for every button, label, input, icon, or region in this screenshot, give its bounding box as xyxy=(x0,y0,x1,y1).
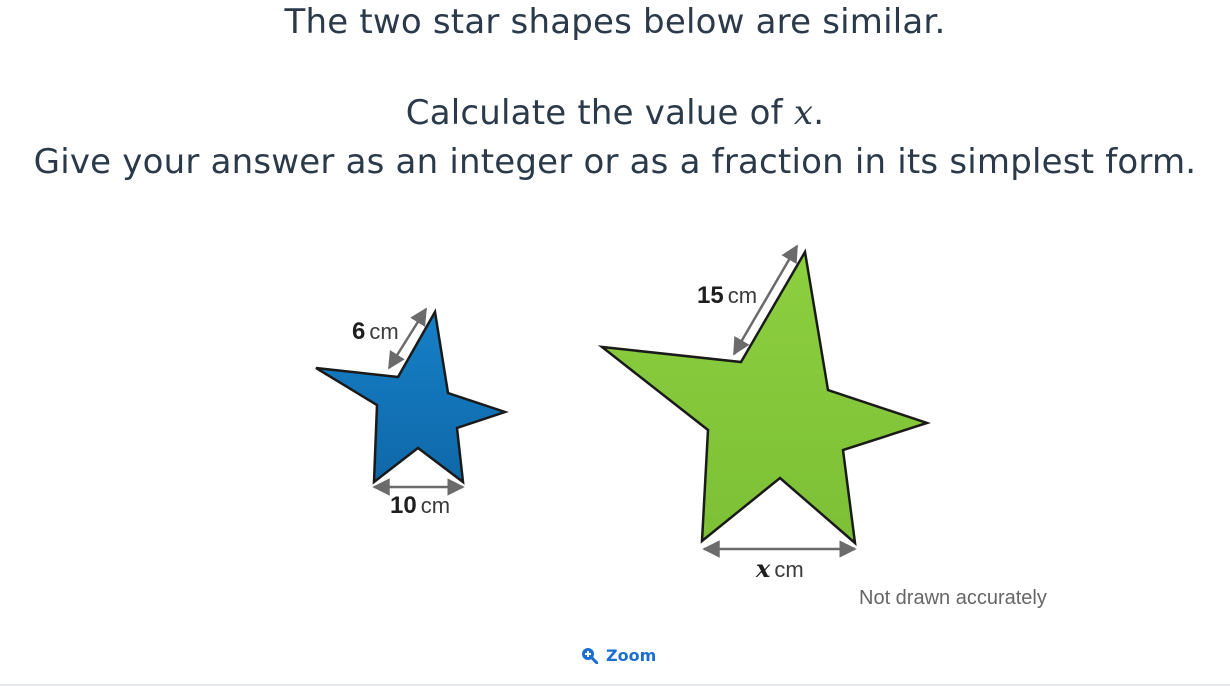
small-star xyxy=(315,308,509,485)
zoom-label: Zoom xyxy=(606,646,657,665)
zoom-button[interactable]: Zoom xyxy=(581,646,656,665)
small-arm-value: 6 xyxy=(352,318,365,345)
small-arm-unit: cm xyxy=(369,319,398,344)
large-star-base-label: x cm xyxy=(755,554,804,583)
large-arm-unit: cm xyxy=(728,283,757,308)
similar-stars-diagram: 6 cm 10 cm 15 cm x cm Not drawn accurately xyxy=(315,244,1047,609)
small-base-value: 10 xyxy=(390,492,417,519)
not-drawn-accurately-note: Not drawn accurately xyxy=(859,587,1047,609)
zoom-in-icon xyxy=(581,647,598,664)
small-base-unit: cm xyxy=(421,493,450,518)
large-arm-value: 15 xyxy=(697,282,724,309)
small-star-base-label: 10 cm xyxy=(390,492,450,519)
small-star-arm-label: 6 cm xyxy=(352,318,399,345)
large-base-variable: x xyxy=(755,554,771,583)
large-base-unit: cm xyxy=(774,557,803,582)
large-star-arm-label: 15 cm xyxy=(697,282,757,309)
large-star xyxy=(597,248,932,547)
